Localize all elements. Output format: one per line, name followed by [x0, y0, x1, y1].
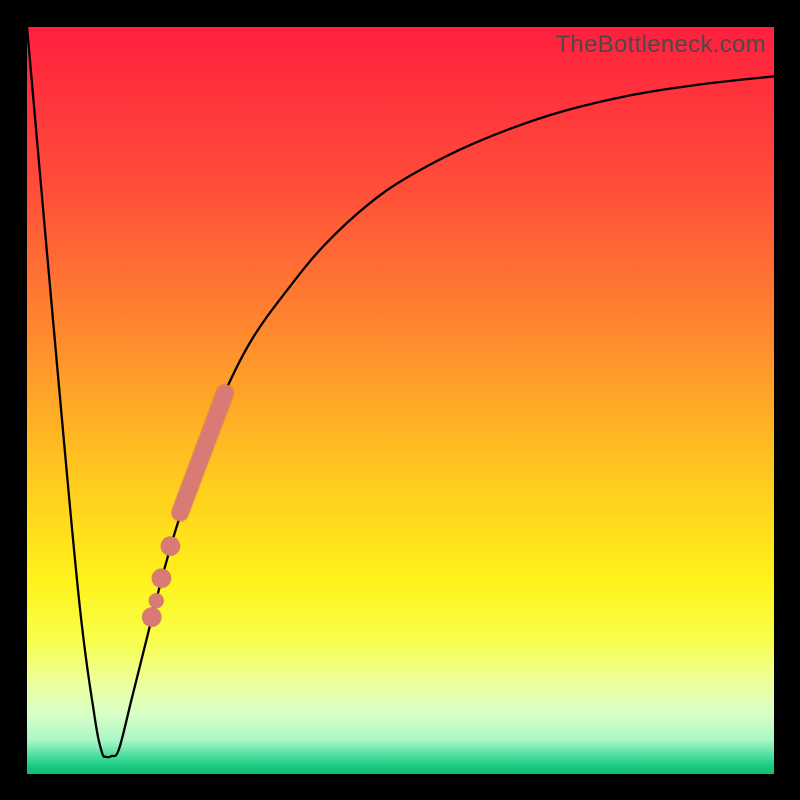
highlight-dot: [152, 569, 171, 588]
chart-svg: [27, 27, 774, 774]
highlight-dot: [142, 607, 161, 626]
plot-area: TheBottleneck.com: [27, 27, 774, 774]
markers-group: [142, 393, 225, 627]
highlight-dot: [149, 593, 164, 608]
highlight-dot: [161, 536, 180, 555]
chart-frame: TheBottleneck.com: [0, 0, 800, 800]
highlight-segment: [180, 393, 225, 513]
bottleneck-curve-path: [27, 27, 774, 757]
